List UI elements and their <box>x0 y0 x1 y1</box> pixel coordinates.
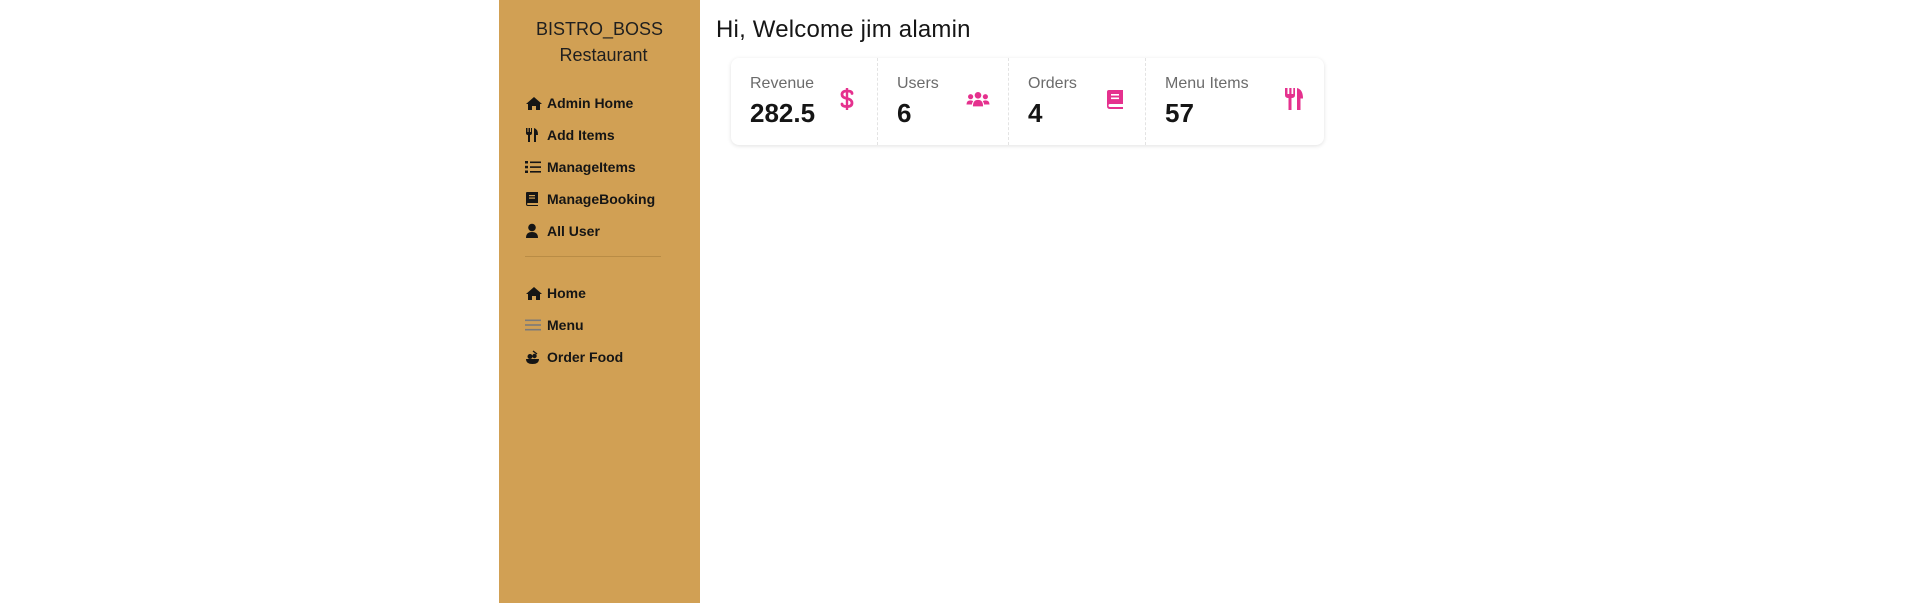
stat-orders: Orders 4 <box>1008 58 1145 145</box>
utensils-icon <box>525 127 547 143</box>
sidebar-item-label: Admin Home <box>547 95 634 111</box>
sidebar-item-admin-home[interactable]: Admin Home <box>525 87 675 119</box>
sidebar-item-add-items[interactable]: Add Items <box>525 119 675 151</box>
brand-logo-text[interactable]: BISTRO_BOSS Restaurant <box>499 16 700 68</box>
sidebar-item-label: ManageItems <box>547 159 636 175</box>
stat-users: Users 6 <box>877 58 1008 145</box>
sidebar-item-home[interactable]: Home <box>525 277 675 309</box>
sidebar-item-label: Home <box>547 285 586 301</box>
stat-revenue: Revenue 282.5 <box>731 58 877 145</box>
sidebar-item-manage-booking[interactable]: ManageBooking <box>525 183 675 215</box>
list-icon <box>525 159 547 175</box>
book-icon <box>525 191 547 207</box>
sidebar-item-menu[interactable]: Menu <box>525 309 675 341</box>
utensils-icon <box>1282 87 1306 111</box>
sidebar-item-label: Menu <box>547 317 584 333</box>
public-nav: Home Menu Order Food <box>525 277 675 373</box>
sidebar-item-manage-items[interactable]: ManageItems <box>525 151 675 183</box>
sidebar-item-all-user[interactable]: All User <box>525 215 675 247</box>
sidebar-item-order-food[interactable]: Order Food <box>525 341 675 373</box>
sidebar: BISTRO_BOSS Restaurant Admin Home Add It… <box>499 0 700 603</box>
sidebar-divider <box>525 256 661 257</box>
page-title: Hi, Welcome jim alamin <box>716 16 971 43</box>
sidebar-item-label: All User <box>547 223 600 239</box>
sidebar-item-label: Add Items <box>547 127 615 143</box>
users-icon <box>966 87 990 111</box>
sidebar-item-label: ManageBooking <box>547 191 656 207</box>
user-icon <box>525 223 547 239</box>
food-bowl-icon <box>525 349 547 365</box>
dollar-icon <box>835 87 859 111</box>
book-icon <box>1103 87 1127 111</box>
hamburger-menu-icon <box>525 317 547 333</box>
brand-name: BISTRO_BOSS <box>535 19 664 39</box>
sidebar-item-label: Order Food <box>547 349 624 365</box>
house-icon <box>525 285 547 301</box>
stats-panel: Revenue 282.5 Users 6 Orders 4 Menu Item… <box>731 58 1324 145</box>
brand-subtitle: Restaurant <box>559 45 648 65</box>
stat-menu-items: Menu Items 57 <box>1145 58 1324 145</box>
admin-nav: Admin Home Add Items ManageItems ManageB… <box>525 87 675 247</box>
house-icon <box>525 95 547 111</box>
